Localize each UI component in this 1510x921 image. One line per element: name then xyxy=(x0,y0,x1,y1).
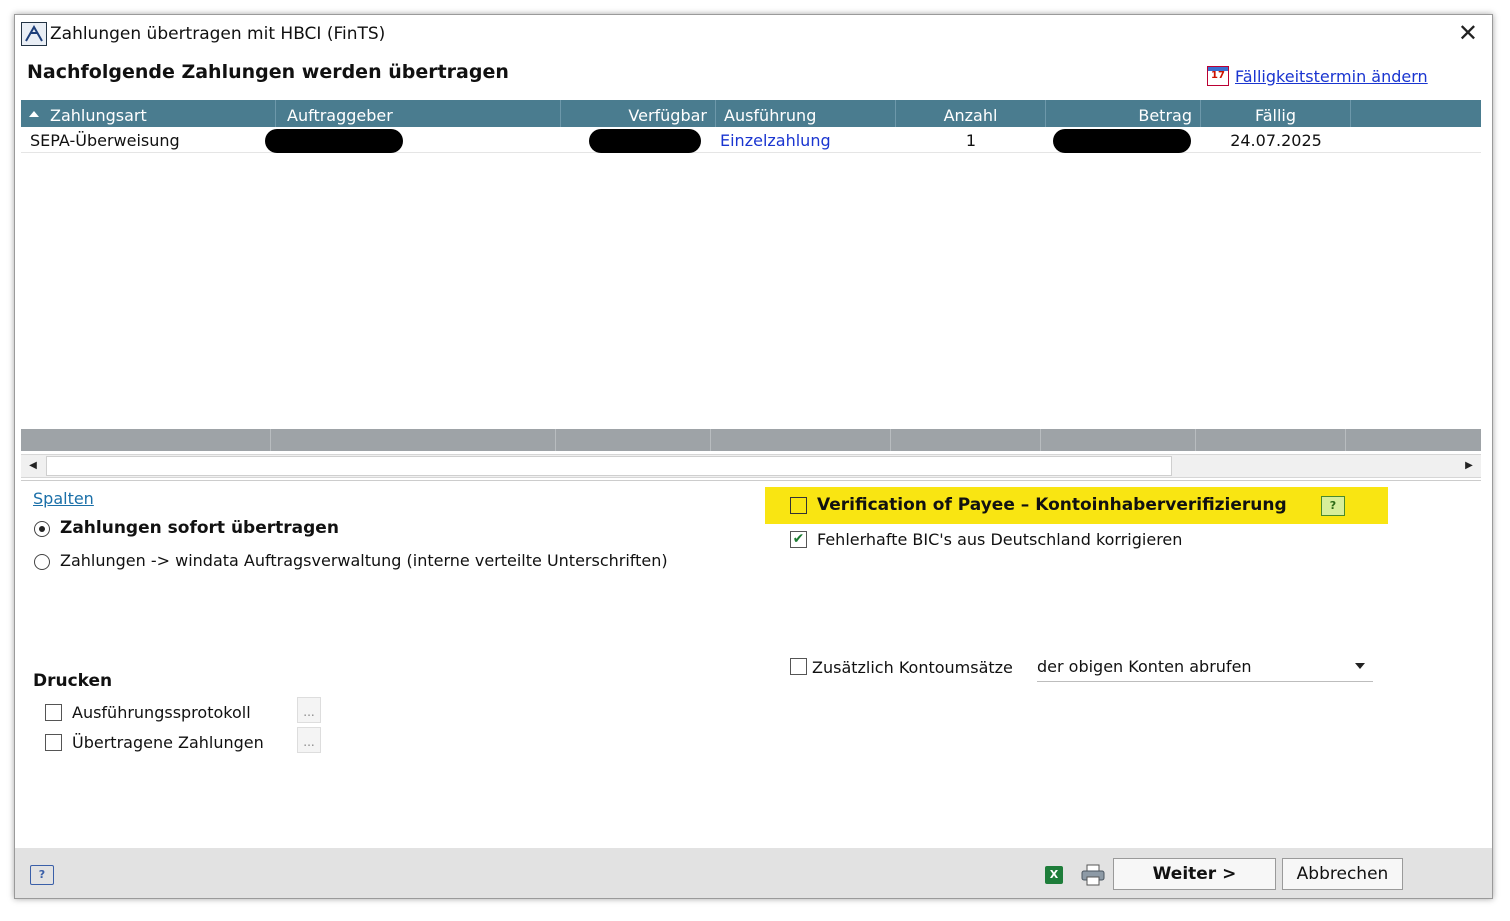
window-title: Zahlungen übertragen mit HBCI (FinTS) xyxy=(50,24,386,44)
scroll-right-button[interactable]: ▶ xyxy=(1457,455,1481,477)
columns-link[interactable]: Spalten xyxy=(33,489,94,508)
column-header-verfuegbar[interactable]: Verfügbar xyxy=(561,100,716,127)
cell-zahlungsart: SEPA-Überweisung xyxy=(30,131,180,150)
verification-of-payee-label[interactable]: Verification of Payee – Kontoinhaberveri… xyxy=(817,495,1287,515)
dialog-footer: ? X Weiter > Abbrechen xyxy=(15,848,1492,898)
payments-grid: Zahlungsart Auftraggeber Verfügbar Ausfü… xyxy=(21,100,1481,481)
close-icon[interactable]: ✕ xyxy=(1458,21,1478,45)
column-label: Verfügbar xyxy=(628,106,707,125)
scroll-left-button[interactable]: ◀ xyxy=(21,455,45,477)
cell-anzahl: 1 xyxy=(965,131,977,150)
calendar-icon: 17 xyxy=(1207,66,1229,86)
print-protocol-label[interactable]: Ausführungssprotokoll xyxy=(72,703,251,722)
column-label: Zahlungsart xyxy=(50,106,147,125)
radio-immediate-transfer[interactable] xyxy=(34,521,50,537)
grid-summary-row xyxy=(21,429,1481,451)
radio-order-management-label[interactable]: Zahlungen -> windata Auftragsverwaltung … xyxy=(60,551,668,570)
redacted-verfuegbar xyxy=(589,129,701,153)
summary-cell xyxy=(1041,429,1196,451)
column-header-anzahl[interactable]: Anzahl xyxy=(896,100,1046,127)
column-label: Ausführung xyxy=(724,106,817,125)
radio-order-management[interactable] xyxy=(34,554,50,570)
cell-faellig: 24.07.2025 xyxy=(1230,131,1322,150)
extra-statements-dropdown[interactable]: der obigen Konten abrufen xyxy=(1037,655,1373,682)
column-label: Fällig xyxy=(1254,106,1297,125)
print-transferred-checkbox[interactable] xyxy=(45,734,62,751)
change-due-date-link[interactable]: 17 Fälligkeitstermin ändern xyxy=(1207,66,1428,86)
column-header-faellig[interactable]: Fällig xyxy=(1201,100,1351,127)
app-icon xyxy=(21,22,47,46)
column-label: Auftraggeber xyxy=(287,106,393,125)
vop-help-icon[interactable]: ? xyxy=(1321,496,1345,516)
verification-of-payee-checkbox[interactable] xyxy=(790,497,807,514)
excel-icon[interactable]: X xyxy=(1045,866,1063,884)
verification-of-payee-highlight: Verification of Payee – Kontoinhaberveri… xyxy=(765,487,1388,524)
horizontal-scrollbar[interactable]: ◀ ▶ xyxy=(21,454,1481,478)
scrollbar-thumb[interactable] xyxy=(46,456,1172,476)
change-due-date-label[interactable]: Fälligkeitstermin ändern xyxy=(1235,67,1428,86)
title-bar: Zahlungen übertragen mit HBCI (FinTS) ✕ xyxy=(15,15,1492,53)
print-icon[interactable] xyxy=(1081,864,1105,886)
summary-cell xyxy=(891,429,1041,451)
summary-cell xyxy=(1196,429,1346,451)
redacted-betrag xyxy=(1053,129,1191,153)
page-title: Nachfolgende Zahlungen werden übertragen xyxy=(27,61,509,83)
bic-fix-label[interactable]: Fehlerhafte BIC's aus Deutschland korrig… xyxy=(817,530,1182,549)
sort-ascending-icon xyxy=(29,111,39,117)
next-button[interactable]: Weiter > xyxy=(1113,858,1276,890)
redacted-auftraggeber xyxy=(265,129,403,153)
print-heading: Drucken xyxy=(33,671,113,691)
grid-header: Zahlungsart Auftraggeber Verfügbar Ausfü… xyxy=(21,100,1481,127)
column-header-zahlungsart[interactable]: Zahlungsart xyxy=(21,100,276,127)
print-protocol-options-button[interactable]: ... xyxy=(297,697,321,723)
print-transferred-label[interactable]: Übertragene Zahlungen xyxy=(72,733,264,752)
column-label: Anzahl xyxy=(943,106,998,125)
dialog-window: Zahlungen übertragen mit HBCI (FinTS) ✕ … xyxy=(14,14,1493,899)
extra-statements-value: der obigen Konten abrufen xyxy=(1037,657,1252,676)
help-icon[interactable]: ? xyxy=(30,865,54,885)
column-header-auftraggeber[interactable]: Auftraggeber xyxy=(276,100,561,127)
summary-cell xyxy=(711,429,891,451)
chevron-down-icon xyxy=(1355,663,1365,669)
summary-cell xyxy=(556,429,711,451)
summary-cell xyxy=(21,429,271,451)
cell-ausfuehrung-link[interactable]: Einzelzahlung xyxy=(711,128,891,152)
radio-immediate-label[interactable]: Zahlungen sofort übertragen xyxy=(60,518,339,538)
table-row[interactable]: SEPA-Überweisung Einzelzahlung 1 24.07.2… xyxy=(21,128,1481,153)
cancel-button[interactable]: Abbrechen xyxy=(1282,858,1403,890)
extra-statements-label[interactable]: Zusätzlich Kontoumsätze xyxy=(812,658,1013,677)
summary-cell xyxy=(271,429,556,451)
column-header-ausfuehrung[interactable]: Ausführung xyxy=(716,100,896,127)
column-label: Betrag xyxy=(1138,106,1192,125)
column-header-betrag[interactable]: Betrag xyxy=(1046,100,1201,127)
extra-statements-checkbox[interactable] xyxy=(790,658,807,675)
print-transferred-options-button[interactable]: ... xyxy=(297,727,321,753)
bic-fix-checkbox[interactable]: ✔ xyxy=(790,531,807,548)
print-protocol-checkbox[interactable] xyxy=(45,704,62,721)
